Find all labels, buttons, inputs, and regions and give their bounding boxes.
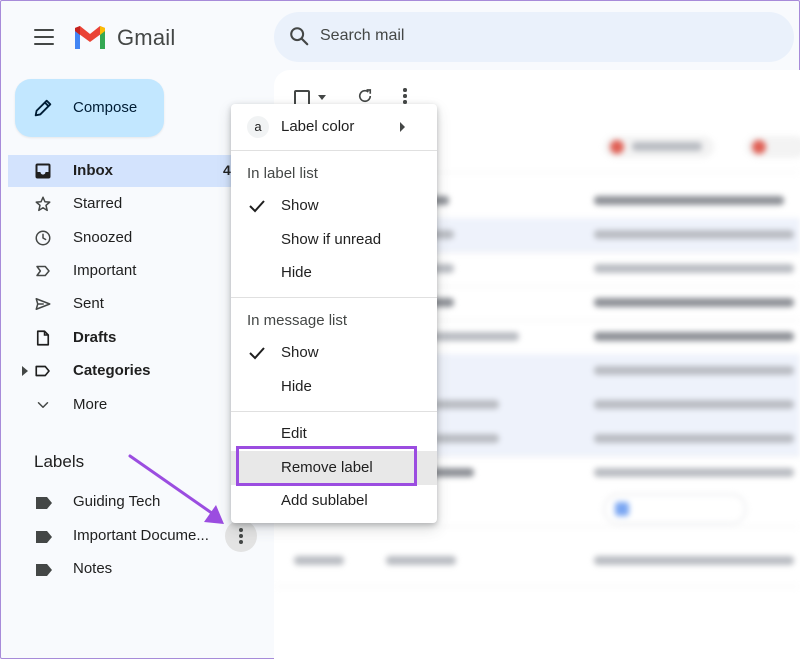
menu-item-message-list-show[interactable]: Show	[231, 337, 437, 369]
sidebar-item-label: Categories	[73, 362, 151, 379]
app-name: Gmail	[117, 25, 176, 50]
sidebar-item-more[interactable]: More	[8, 389, 246, 421]
menu-item-message-list-hide[interactable]: Hide	[231, 371, 437, 403]
checkmark-icon	[249, 346, 265, 365]
menu-item-label: Show	[281, 197, 319, 214]
label-name: Important Docume...	[73, 527, 209, 544]
select-dropdown-icon[interactable]	[318, 95, 326, 100]
sender-placeholder	[386, 556, 456, 565]
menu-item-label: Show	[281, 344, 319, 361]
sidebar-item-important[interactable]: Important	[8, 255, 246, 287]
menu-item-add-sublabel[interactable]: Add sublabel	[231, 485, 437, 517]
menu-item-label-list-show[interactable]: Show	[231, 190, 437, 222]
label-icon	[36, 530, 52, 548]
label-color-swatch-icon: a	[247, 116, 269, 138]
sidebar-item-label: Important	[73, 262, 137, 279]
annotation-arrow-icon	[128, 454, 224, 524]
sidebar-item-label: Sent	[73, 295, 104, 312]
sidebar-item-inbox[interactable]: Inbox 4	[8, 155, 246, 187]
sidebar-item-categories[interactable]: Categories	[8, 355, 246, 387]
send-icon	[34, 295, 52, 313]
important-icon	[34, 262, 52, 280]
compose-button[interactable]: Compose	[15, 79, 164, 137]
more-options-icon[interactable]	[403, 88, 407, 104]
compose-label: Compose	[73, 99, 138, 116]
annotation-highlight-box	[236, 446, 417, 486]
subject-placeholder	[594, 332, 794, 341]
main-menu-icon[interactable]	[34, 29, 54, 45]
menu-section-heading: In label list	[247, 165, 318, 182]
subject-placeholder	[594, 264, 794, 273]
menu-item-label: Label color	[281, 118, 355, 135]
label-outline-icon	[34, 362, 52, 380]
sidebar-item-snoozed[interactable]: Snoozed	[8, 222, 246, 254]
sidebar-item-label: More	[73, 396, 108, 413]
sidebar-item-starred[interactable]: Starred	[8, 188, 246, 220]
gmail-logo-icon[interactable]	[73, 25, 107, 56]
menu-item-label-list-show-if-unread[interactable]: Show if unread	[231, 224, 437, 256]
label-item-notes[interactable]: Notes	[8, 553, 246, 585]
menu-item-label: Add sublabel	[281, 492, 368, 509]
sidebar-item-label: Starred	[73, 195, 123, 212]
sidebar-item-label: Drafts	[73, 329, 117, 346]
tab-icon	[752, 140, 766, 154]
sidebar-item-sent[interactable]: Sent	[8, 288, 246, 320]
draft-icon	[34, 329, 52, 347]
tab-label-placeholder	[632, 142, 702, 151]
sidebar-item-label: Snoozed	[73, 229, 133, 246]
submenu-arrow-icon	[400, 122, 405, 132]
menu-item-label: Edit	[281, 425, 307, 442]
clock-icon	[34, 229, 52, 247]
menu-item-label: Show if unread	[281, 231, 382, 248]
tab-icon	[610, 140, 624, 154]
inbox-unread-count: 4	[223, 162, 231, 178]
label-options-icon[interactable]	[225, 520, 257, 552]
file-icon	[615, 502, 629, 516]
sender-placeholder	[434, 400, 499, 409]
sender-placeholder	[434, 434, 499, 443]
labels-heading: Labels	[34, 452, 85, 471]
attachment-chip	[604, 494, 746, 524]
menu-divider	[231, 297, 437, 298]
label-icon	[36, 563, 52, 581]
menu-item-label: Hide	[281, 378, 312, 395]
label-icon	[36, 496, 52, 514]
menu-item-label-list-hide[interactable]: Hide	[231, 257, 437, 289]
subject-placeholder	[594, 400, 794, 409]
subject-placeholder	[594, 366, 794, 375]
search-bar[interactable]: Search mail	[274, 12, 794, 62]
mail-row[interactable]	[274, 536, 800, 587]
sidebar-item-drafts[interactable]: Drafts	[8, 322, 246, 354]
pencil-icon	[32, 97, 54, 124]
inbox-icon	[34, 162, 52, 180]
menu-item-label: Hide	[281, 264, 312, 281]
menu-item-label-color[interactable]: a Label color	[231, 111, 437, 143]
subject-placeholder	[594, 556, 794, 565]
subject-placeholder	[594, 468, 794, 477]
sidebar-item-label: Inbox	[73, 162, 113, 179]
star-icon	[34, 195, 52, 213]
search-input[interactable]: Search mail	[320, 27, 404, 45]
subject-placeholder	[594, 196, 784, 205]
subject-placeholder	[594, 434, 794, 443]
menu-divider	[231, 411, 437, 412]
menu-section-heading: In message list	[247, 312, 348, 329]
label-name: Notes	[73, 560, 113, 577]
search-icon[interactable]	[288, 25, 310, 52]
expand-arrow-icon[interactable]	[22, 366, 28, 376]
subject-placeholder	[594, 230, 794, 239]
checkmark-icon	[249, 199, 265, 218]
icons-placeholder	[294, 556, 344, 565]
subject-placeholder	[594, 298, 794, 307]
menu-divider	[231, 150, 437, 151]
chevron-down-icon	[34, 396, 52, 414]
